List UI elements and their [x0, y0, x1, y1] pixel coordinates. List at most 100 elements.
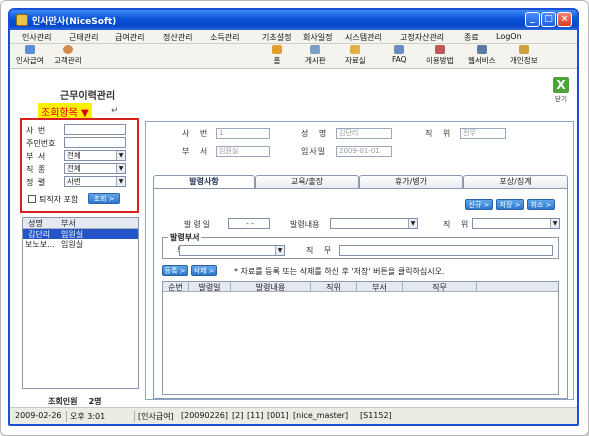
screenshot-frame: 인사만사(NiceSoft) _ □ × 인사관리 근태관리 급여관리 정산관리… — [0, 0, 589, 436]
menu-bar: 인사관리 근태관리 급여관리 정산관리 소득관리 기초설정 회사일정 시스템관리… — [10, 30, 577, 44]
minimize-button[interactable]: _ — [525, 12, 540, 27]
toolbar: 인사급여 고객관리 홈 게시판 자료실 FAQ 이용방법 웹서비스 개인정보 — [10, 44, 577, 69]
detail-dept-value: 임원실 — [216, 146, 270, 157]
status-bar: 2009-02-26 오후 3:01 [인사급여] [20090226] [2]… — [10, 407, 577, 424]
jobtype-select[interactable]: 전체 ▼ — [64, 163, 126, 174]
menu-exit[interactable]: 종료 — [464, 32, 479, 43]
list-header-dept: 부서 — [61, 219, 76, 228]
detail-join-label: 입사일 — [301, 147, 327, 156]
sort-select[interactable]: 사번 ▼ — [64, 176, 126, 187]
grid-header-seq: 순번 — [163, 282, 189, 292]
toolbar-home[interactable]: 홈 — [272, 45, 282, 66]
retired-label: 퇴직자 포함 — [39, 195, 79, 204]
list-header-name: 성명 — [28, 219, 43, 228]
hint-text: * 자료를 등록 또는 삭제를 하신 후 '저장' 버튼을 클릭하십시오. — [234, 267, 445, 276]
detail-emp-value: 1 — [216, 128, 270, 139]
monitor-icon — [476, 45, 487, 54]
dept-group: 발령부서 부 서 ▼ 직 무 — [162, 232, 559, 259]
jobtype-label: 직 종 — [26, 165, 47, 174]
menu-settlement[interactable]: 정산관리 — [163, 32, 192, 43]
status-session: [S1152] — [360, 411, 392, 420]
form-dept-select[interactable]: ▼ — [179, 245, 285, 256]
detail-emp-label: 사 번 — [182, 129, 212, 138]
sort-label: 정 렬 — [26, 178, 47, 187]
workspace: 근무이력관리 조회항목 ▼ ↵ X 닫기 사 번 주민번호 부 서 전체 ▼ 직 종… — [10, 69, 577, 407]
toolbar-archive[interactable]: 자료실 — [345, 45, 366, 66]
window-title: 인사만사(NiceSoft) — [32, 17, 117, 27]
menu-attendance[interactable]: 근태관리 — [69, 32, 98, 43]
form-position-label: 직 위 — [443, 220, 473, 229]
enter-mark: ↵ — [111, 106, 119, 116]
menu-basic-settings[interactable]: 기초설정 — [262, 32, 291, 43]
form-content-label: 발령내용 — [290, 220, 320, 229]
appointment-grid[interactable]: 순번 발령일 발령내용 직위 부서 직무 — [162, 281, 559, 395]
resident-input[interactable] — [64, 137, 126, 148]
menu-system[interactable]: 시스템관리 — [345, 32, 382, 43]
search-button[interactable]: 조회 > — [88, 193, 120, 204]
form-date-label: 발령일 — [184, 220, 213, 229]
list-item[interactable]: 김단리 임원실 — [23, 229, 138, 239]
toolbar-board[interactable]: 게시판 — [305, 45, 326, 66]
list-item[interactable]: 보노보... 임원실 — [23, 239, 138, 249]
list-count: 조회인원 2명 — [48, 397, 102, 406]
chevron-down-icon: ▼ — [550, 219, 559, 228]
page-title: 근무이력관리 — [60, 91, 116, 102]
detail-join-value: 2009-01-01 — [336, 146, 392, 157]
chevron-down-icon: ▼ — [116, 164, 125, 173]
detail-dept-label: 부 서 — [182, 147, 212, 156]
toolbar-profile[interactable]: 개인정보 — [510, 45, 538, 66]
status-code1: [2] — [232, 411, 244, 420]
board-icon — [310, 45, 321, 54]
condition-label[interactable]: 조회항목 ▼ — [38, 103, 92, 119]
tab-content: 신규 > 저장 > 취소 > 발령일 - - 발령내용 ▼ 직 위 ▼ 발령부서… — [153, 188, 568, 399]
retired-checkbox[interactable] — [28, 195, 36, 203]
tab-education[interactable]: 교육/출장 — [255, 175, 359, 188]
menu-payroll[interactable]: 급여관리 — [115, 32, 144, 43]
tab-leave[interactable]: 휴가/병가 — [359, 175, 463, 188]
dept-label: 부 서 — [26, 152, 47, 161]
form-duty-input[interactable] — [339, 245, 553, 256]
emp-input[interactable] — [64, 124, 126, 135]
tab-reward[interactable]: 포상/징계 — [463, 175, 568, 188]
status-code2: [11] — [247, 411, 264, 420]
toolbar-payroll[interactable]: 인사급여 — [16, 45, 44, 66]
form-position-select[interactable]: ▼ — [472, 218, 560, 229]
maximize-button[interactable]: □ — [541, 12, 556, 27]
toolbar-customer[interactable]: 고객관리 — [54, 45, 82, 66]
exit-icon: X — [553, 77, 569, 93]
app-window: 인사만사(NiceSoft) _ □ × 인사관리 근태관리 급여관리 정산관리… — [8, 8, 579, 426]
cancel-button[interactable]: 취소 > — [527, 199, 555, 210]
toolbar-faq[interactable]: FAQ — [392, 45, 407, 64]
grid-header-position: 직위 — [311, 282, 357, 292]
exit-button[interactable]: X 닫기 — [551, 77, 571, 103]
title-bar[interactable]: 인사만사(NiceSoft) _ □ × — [10, 10, 577, 30]
toolbar-howto[interactable]: 이용방법 — [426, 45, 454, 66]
new-button[interactable]: 신규 > — [465, 199, 493, 210]
dept-select[interactable]: 전체 ▼ — [64, 150, 126, 161]
grid-header: 순번 발령일 발령내용 직위 부서 직무 — [163, 282, 558, 292]
register-button[interactable]: 등록 > — [162, 265, 188, 276]
menu-logon[interactable]: LogOn — [496, 32, 522, 41]
menu-fixed-assets[interactable]: 고정자산관리 — [400, 32, 444, 43]
search-panel: 사 번 주민번호 부 서 전체 ▼ 직 종 전체 ▼ 정 렬 사번 ▼ 퇴직자 포함 … — [20, 118, 139, 213]
form-date-input[interactable]: - - — [228, 218, 270, 229]
menu-hr[interactable]: 인사관리 — [22, 32, 51, 43]
menu-income[interactable]: 소득관리 — [210, 32, 239, 43]
payroll-icon — [24, 45, 35, 54]
status-user: [nice_master] — [293, 411, 349, 420]
toolbar-webservice[interactable]: 웹서비스 — [468, 45, 496, 66]
grid-header-dept: 부서 — [357, 282, 403, 292]
tab-appointment[interactable]: 발령사항 — [153, 175, 255, 189]
delete-button[interactable]: 삭제 > — [191, 265, 217, 276]
form-content-select[interactable]: ▼ — [330, 218, 418, 229]
faq-icon — [394, 45, 405, 54]
grid-header-content: 발령내용 — [231, 282, 311, 292]
close-button[interactable]: × — [557, 12, 572, 27]
form-duty-label: 직 무 — [306, 246, 336, 255]
status-code3: [001] — [267, 411, 289, 420]
detail-name-label: 성 명 — [301, 129, 331, 138]
home-icon — [272, 45, 282, 54]
menu-company-schedule[interactable]: 회사일정 — [303, 32, 332, 43]
detail-position-label: 직 위 — [425, 129, 455, 138]
save-button[interactable]: 저장 > — [496, 199, 524, 210]
